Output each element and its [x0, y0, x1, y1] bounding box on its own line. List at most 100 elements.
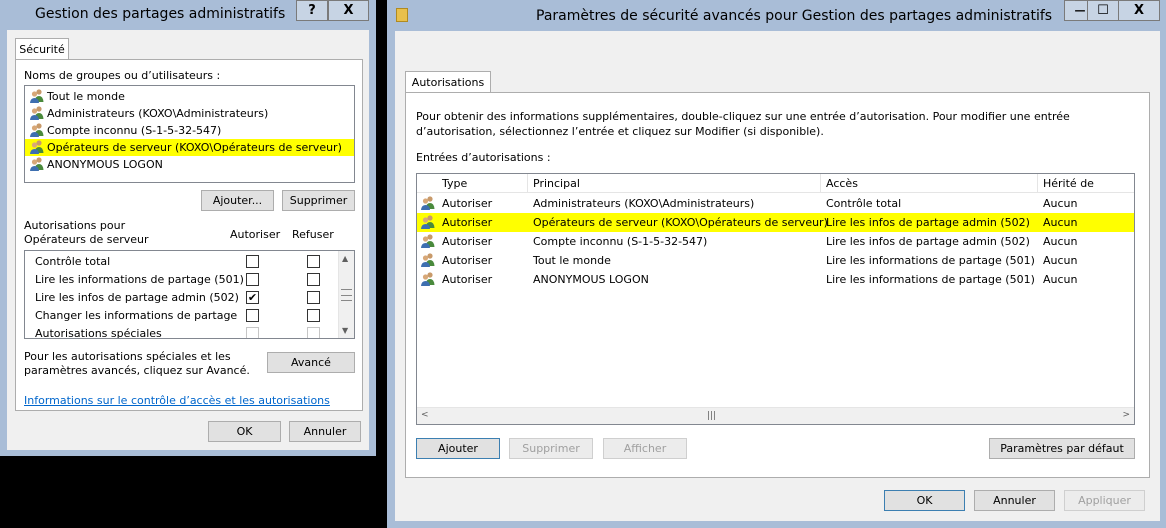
entry-row[interactable]: Autoriser Opérateurs de serveur (KOXO\Opé…	[417, 213, 1134, 232]
group-label: Compte inconnu (S-1-5-32-547)	[47, 124, 222, 137]
advanced-security-window: Paramètres de sécurité avancés pour Gest…	[387, 0, 1166, 528]
entry-access: Lire les infos de partage admin (502)	[826, 216, 1030, 229]
entry-access: Lire les informations de partage (501)	[826, 273, 1035, 286]
entry-row[interactable]: Autoriser Tout le monde Lire les informati…	[417, 251, 1134, 270]
maximize-button[interactable]: ☐	[1087, 0, 1119, 21]
user-group-icon	[420, 271, 436, 287]
add-entry-button[interactable]: Ajouter	[416, 438, 500, 459]
apply-button[interactable]: Appliquer	[1064, 490, 1145, 511]
scroll-thumb[interactable]	[341, 289, 352, 301]
add-button[interactable]: Ajouter...	[201, 190, 274, 211]
tab-permissions[interactable]: Autorisations	[405, 71, 491, 93]
info-text: Pour obtenir des informations supplément…	[416, 110, 1070, 138]
permissions-listbox[interactable]: Contrôle total Lire les informations de p…	[24, 250, 355, 339]
group-item[interactable]: Administrateurs (KOXO\Administrateurs)	[25, 105, 354, 122]
scroll-up-icon[interactable]: ▲	[342, 254, 348, 263]
advanced-button[interactable]: Avancé	[267, 352, 355, 373]
help-button[interactable]: ?	[296, 0, 328, 21]
user-group-icon	[420, 214, 436, 230]
entry-row[interactable]: Autoriser ANONYMOUS LOGON Lire les informa…	[417, 270, 1134, 289]
hscroll-thumb[interactable]: |||	[707, 411, 716, 421]
groups-listbox[interactable]: Tout le monde Administrateurs (KOXO\Admin…	[24, 85, 355, 183]
scroll-down-icon[interactable]: ▼	[342, 326, 348, 335]
group-item[interactable]: ANONYMOUS LOGON	[25, 156, 354, 173]
permission-deny-checkbox[interactable]	[307, 255, 320, 268]
col-divider[interactable]	[820, 174, 821, 193]
permissions-panel: Pour obtenir des informations supplément…	[405, 92, 1150, 478]
group-label: ANONYMOUS LOGON	[47, 158, 163, 171]
dialog-title: Gestion des partages administratifs	[35, 6, 286, 22]
user-group-icon	[29, 105, 45, 121]
advanced-body: Autorisations Pour obtenir des informati…	[395, 31, 1160, 521]
permission-allow-checkbox[interactable]	[246, 327, 259, 338]
entries-grid[interactable]: Type Principal Accès Hérité de Autoriser…	[416, 173, 1135, 425]
permission-deny-checkbox[interactable]	[307, 327, 320, 338]
deny-header: Refuser	[292, 228, 334, 241]
user-group-icon	[29, 122, 45, 138]
entries-label: Entrées d’autorisations :	[416, 151, 551, 164]
permissions-scrollbar[interactable]: ▲ ▼	[338, 251, 354, 338]
user-group-icon	[420, 252, 436, 268]
group-label: Opérateurs de serveur (KOXO\Opérateurs d…	[47, 141, 342, 154]
col-divider[interactable]	[527, 174, 528, 193]
cancel-advanced-button[interactable]: Annuler	[974, 490, 1055, 511]
permission-deny-checkbox[interactable]	[307, 291, 320, 304]
entry-row[interactable]: Autoriser Compte inconnu (S-1-5-32-547) Li…	[417, 232, 1134, 251]
permission-allow-checkbox[interactable]	[246, 255, 259, 268]
access-control-link[interactable]: Informations sur le contrôle d’accès et …	[24, 394, 330, 407]
permission-allow-checkbox[interactable]	[246, 309, 259, 322]
view-entry-button[interactable]: Afficher	[603, 438, 687, 459]
permission-allow-checkbox[interactable]: ✔	[246, 291, 259, 304]
advanced-hint: Pour les autorisations spéciales et les …	[24, 350, 250, 377]
folder-icon	[396, 8, 408, 22]
remove-button[interactable]: Supprimer	[282, 190, 355, 211]
tab-security[interactable]: Sécurité	[15, 38, 69, 60]
permission-label: Contrôle total	[35, 255, 111, 268]
grid-hscrollbar[interactable]: < ||| >	[417, 407, 1134, 424]
group-item[interactable]: Tout le monde	[25, 88, 354, 105]
user-group-icon	[29, 139, 45, 155]
entry-principal: ANONYMOUS LOGON	[533, 273, 649, 286]
group-item[interactable]: Opérateurs de serveur (KOXO\Opérateurs d…	[25, 139, 354, 156]
close-button[interactable]: X	[328, 0, 369, 21]
scroll-right-icon[interactable]: >	[1122, 410, 1130, 420]
col-type[interactable]: Type	[442, 177, 467, 190]
restore-defaults-button[interactable]: Paramètres par défaut	[989, 438, 1135, 459]
allow-header: Autoriser	[230, 228, 281, 241]
permission-label: Lire les informations de partage (501)	[35, 273, 244, 286]
permission-allow-checkbox[interactable]	[246, 273, 259, 286]
entry-type: Autoriser	[442, 197, 493, 210]
remove-entry-button[interactable]: Supprimer	[509, 438, 593, 459]
entry-row[interactable]: Autoriser Administrateurs (KOXO\Administr…	[417, 194, 1134, 213]
entry-inherited: Aucun	[1043, 197, 1078, 210]
group-label: Administrateurs (KOXO\Administrateurs)	[47, 107, 269, 120]
group-item[interactable]: Compte inconnu (S-1-5-32-547)	[25, 122, 354, 139]
entry-inherited: Aucun	[1043, 254, 1078, 267]
entry-principal: Tout le monde	[533, 254, 611, 267]
ok-button[interactable]: OK	[208, 421, 281, 442]
security-panel: Noms de groupes ou d’utilisateurs : Tout…	[15, 59, 363, 411]
entry-type: Autoriser	[442, 273, 493, 286]
permissions-label: Autorisations pour Opérateurs de serveur	[24, 219, 149, 246]
entry-inherited: Aucun	[1043, 235, 1078, 248]
entry-access: Lire les informations de partage (501)	[826, 254, 1035, 267]
grid-header: Type Principal Accès Hérité de	[417, 174, 1134, 193]
entry-principal: Compte inconnu (S-1-5-32-547)	[533, 235, 708, 248]
cancel-button[interactable]: Annuler	[289, 421, 361, 442]
permission-deny-checkbox[interactable]	[307, 309, 320, 322]
permission-label: Changer les informations de partage	[35, 309, 238, 322]
entry-type: Autoriser	[442, 216, 493, 229]
permission-deny-checkbox[interactable]	[307, 273, 320, 286]
group-label: Tout le monde	[47, 90, 125, 103]
col-principal[interactable]: Principal	[533, 177, 580, 190]
window-close-button[interactable]: X	[1118, 0, 1160, 21]
entry-type: Autoriser	[442, 254, 493, 267]
ok-advanced-button[interactable]: OK	[884, 490, 965, 511]
col-inherited[interactable]: Hérité de	[1043, 177, 1094, 190]
col-access[interactable]: Accès	[826, 177, 858, 190]
col-divider[interactable]	[1037, 174, 1038, 193]
user-group-icon	[29, 156, 45, 172]
dialog-body: Sécurité Noms de groupes ou d’utilisateu…	[7, 30, 369, 450]
scroll-left-icon[interactable]: <	[421, 410, 429, 420]
entry-inherited: Aucun	[1043, 273, 1078, 286]
